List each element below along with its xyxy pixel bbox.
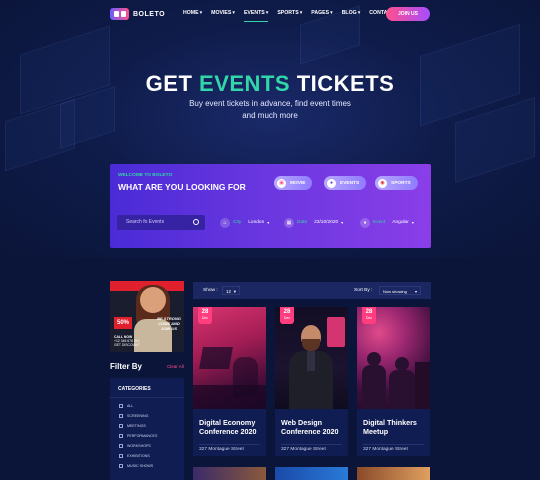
category-item[interactable]: MUSIC SHOWS [110, 461, 184, 471]
movie-icon: ▣ [277, 178, 286, 188]
event-card[interactable]: 28 Dec Digital Economy Conference 2020 32… [193, 307, 266, 456]
event-location: 327 Montague Street [199, 447, 244, 452]
nav-item-pages[interactable]: PAGES ▾ [311, 10, 332, 16]
tab-movie[interactable]: ▣ MOVIE [274, 176, 313, 190]
divider [199, 444, 260, 445]
event-title[interactable]: Digital Economy Conference 2020 [199, 418, 263, 436]
promo-call: CALL NOW +12 345 678 910 GET DISCOUNT [114, 335, 140, 347]
search-panel: WELCOME TO BOLETO WHAT ARE YOU LOOKING F… [110, 164, 431, 248]
promo-banner[interactable]: 50% BE STRONG COME AND JOIN US CALL NOW … [110, 281, 184, 352]
search-input[interactable] [126, 219, 186, 225]
event-title[interactable]: Digital Thinkers Meetup [363, 418, 427, 436]
event-filter[interactable]: ♦ Event Angular ▾ [360, 215, 414, 230]
brand-logo[interactable]: BOLETO [110, 8, 165, 20]
event-card-next[interactable] [275, 467, 348, 480]
search-icon[interactable] [193, 219, 199, 225]
promo-model-face [140, 287, 166, 313]
category-item[interactable]: MEETINGS [110, 421, 184, 431]
divider [363, 444, 424, 445]
checkbox[interactable] [119, 454, 123, 458]
nav-item-sports[interactable]: SPORTS ▾ [277, 10, 302, 16]
city-icon: ⌂ [220, 217, 230, 228]
show-count-select[interactable]: 12 ▾ [222, 286, 240, 295]
event-location: 327 Montague Street [281, 447, 326, 452]
show-label: Show : [203, 288, 218, 293]
promo-discount: 50% [114, 317, 132, 329]
chevron-down-icon: ▾ [411, 220, 414, 225]
hero-subtitle: Buy event tickets in advance, find event… [189, 99, 351, 120]
nav-item-events[interactable]: EVENTS ▾ [243, 10, 269, 22]
event-card[interactable]: 28 Dec Digital Thinkers Meetup 327 Montag… [357, 307, 430, 456]
nav-item-movies[interactable]: MOVIES ▾ [211, 10, 235, 16]
chevron-down-icon: ▾ [267, 220, 270, 225]
filter-title: Filter By [110, 362, 143, 371]
ticket-icon [110, 8, 129, 20]
calendar-icon: ▦ [284, 217, 294, 228]
search-box [117, 215, 205, 230]
chevron-down-icon: ▾ [199, 10, 203, 16]
chevron-down-icon: ▾ [414, 289, 417, 294]
category-item[interactable]: WORKSHOPS [110, 441, 184, 451]
chevron-down-icon: ▾ [232, 10, 235, 16]
checkbox[interactable] [119, 414, 123, 418]
date-filter[interactable]: ▦ Date 23/10/2020 ▾ [284, 215, 343, 230]
city-filter[interactable]: ⌂ City London ▾ [220, 215, 269, 230]
events-icon: ● [327, 178, 336, 188]
event-location: 327 Montague Street [363, 447, 408, 452]
checkbox[interactable] [119, 444, 123, 448]
chevron-down-icon: ▾ [299, 10, 303, 16]
event-date-badge: 28 Dec [362, 307, 376, 324]
sports-icon: ◉ [378, 178, 387, 188]
tab-events[interactable]: ● EVENTS [324, 176, 367, 190]
event-title[interactable]: Web Design Conference 2020 [281, 418, 345, 436]
search-heading: WHAT ARE YOU LOOKING FOR [118, 182, 246, 192]
category-item[interactable]: PERFORMANCES [110, 431, 184, 441]
event-date-badge: 28 Dec [198, 307, 212, 324]
checkbox[interactable] [119, 404, 123, 408]
event-card-next[interactable] [357, 467, 430, 480]
category-item[interactable]: SCREENING [110, 411, 184, 421]
checkbox[interactable] [119, 464, 123, 468]
chevron-down-icon: ▾ [357, 10, 361, 16]
category-item[interactable]: EXHIBITIONS [110, 451, 184, 461]
chevron-down-icon: ▾ [330, 10, 333, 16]
chevron-down-icon: ▾ [341, 220, 344, 225]
chevron-down-icon: ▾ [265, 10, 269, 16]
chevron-down-icon: ▾ [233, 289, 236, 294]
join-us-button[interactable]: JOIN US [386, 7, 430, 21]
tab-sports[interactable]: ◉ SPORTS [375, 176, 418, 190]
checkbox[interactable] [119, 434, 123, 438]
listing-toolbar: Show : 12 ▾ Sort By : Now showing ▾ [193, 282, 431, 299]
divider [281, 444, 342, 445]
event-icon: ♦ [360, 217, 370, 228]
sort-select[interactable]: Now showing ▾ [379, 286, 421, 295]
brand-name: BOLETO [133, 10, 166, 18]
category-item[interactable]: ALL [110, 401, 184, 411]
event-card[interactable]: 28 Dec Web Design Conference 2020 327 Mon… [275, 307, 348, 456]
welcome-label: WELCOME TO BOLETO [118, 173, 173, 178]
nav-item-home[interactable]: HOME ▾ [183, 10, 202, 16]
promo-text: BE STRONG COME AND JOIN US [157, 316, 181, 331]
event-card-next[interactable] [193, 467, 266, 480]
categories-panel: CATEGORIES ALL SCREENING MEETINGS PERFOR… [110, 378, 184, 480]
checkbox[interactable] [119, 424, 123, 428]
event-date-badge: 28 Dec [280, 307, 294, 324]
main-menu: HOME ▾ MOVIES ▾ EVENTS ▾ SPORTS ▾ PAGES ▾ BLO… [183, 10, 394, 22]
top-navigation: BOLETO HOME ▾ MOVIES ▾ EVENTS ▾ SPORTS ▾ PAG… [0, 0, 540, 30]
categories-title: CATEGORIES [110, 378, 184, 398]
nav-item-blog[interactable]: BLOG ▾ [342, 10, 361, 16]
clear-all-link[interactable]: Clear All [167, 364, 184, 369]
sort-label: Sort By : [354, 288, 373, 293]
hero-title: GET EVENTS TICKETS [145, 71, 395, 96]
